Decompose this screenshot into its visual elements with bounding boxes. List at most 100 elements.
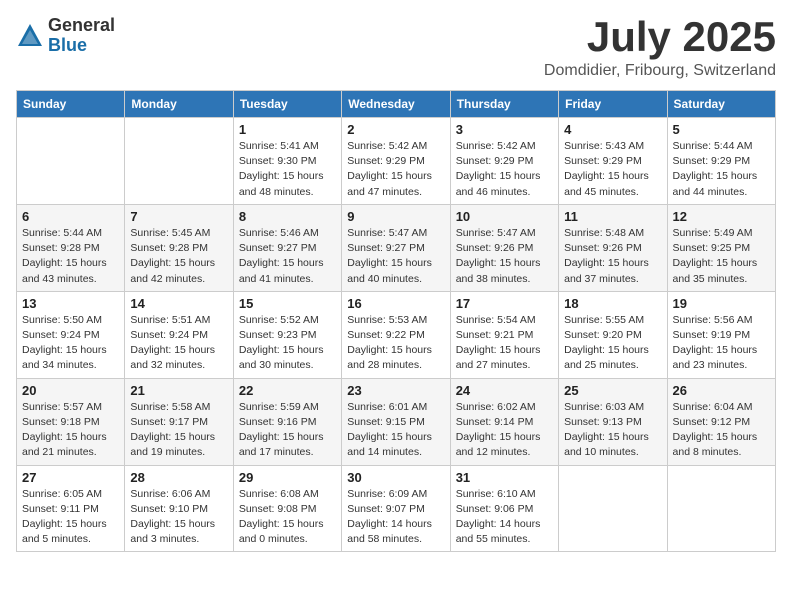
calendar-cell: 10Sunrise: 5:47 AM Sunset: 9:26 PM Dayli… [450,204,558,291]
day-number: 8 [239,209,336,224]
calendar-header: SundayMondayTuesdayWednesdayThursdayFrid… [17,91,776,118]
calendar-cell: 8 Sunrise: 5:46 AM Sunset: 9:27 PM Daylig… [233,204,341,291]
calendar-cell: 27 Sunrise: 6:05 AM Sunset: 9:11 PM Dayli… [17,465,125,552]
title-area: July 2025 Domdidier, Fribourg, Switzerla… [544,16,776,80]
calendar-cell: 28 Sunrise: 6:06 AM Sunset: 9:10 PM Dayli… [125,465,233,552]
day-info: Sunrise: 5:43 AM Sunset: 9:29 PM Dayligh… [564,139,661,200]
calendar-week-4: 20Sunrise: 5:57 AM Sunset: 9:18 PM Dayli… [17,378,776,465]
calendar-cell: 24 Sunrise: 6:02 AM Sunset: 9:14 PM Dayli… [450,378,558,465]
calendar-table: SundayMondayTuesdayWednesdayThursdayFrid… [16,90,776,552]
day-number: 12 [673,209,770,224]
calendar-body: 1 Sunrise: 5:41 AM Sunset: 9:30 PM Daylig… [17,118,776,552]
day-number: 9 [347,209,444,224]
day-number: 2 [347,122,444,137]
day-info: Sunrise: 5:49 AM Sunset: 9:25 PM Dayligh… [673,226,770,287]
calendar-cell [17,118,125,205]
day-number: 16 [347,296,444,311]
day-number: 26 [673,383,770,398]
day-info: Sunrise: 5:53 AM Sunset: 9:22 PM Dayligh… [347,313,444,374]
weekday-header-saturday: Saturday [667,91,775,118]
day-number: 4 [564,122,661,137]
day-info: Sunrise: 5:50 AM Sunset: 9:24 PM Dayligh… [22,313,119,374]
day-number: 24 [456,383,553,398]
calendar-cell [125,118,233,205]
day-number: 11 [564,209,661,224]
day-number: 25 [564,383,661,398]
day-number: 27 [22,470,119,485]
day-number: 22 [239,383,336,398]
logo: General Blue [16,16,115,56]
day-number: 19 [673,296,770,311]
day-number: 29 [239,470,336,485]
day-number: 23 [347,383,444,398]
calendar-cell: 2 Sunrise: 5:42 AM Sunset: 9:29 PM Daylig… [342,118,450,205]
day-info: Sunrise: 6:06 AM Sunset: 9:10 PM Dayligh… [130,487,227,548]
day-info: Sunrise: 6:03 AM Sunset: 9:13 PM Dayligh… [564,400,661,461]
day-info: Sunrise: 5:42 AM Sunset: 9:29 PM Dayligh… [456,139,553,200]
day-info: Sunrise: 6:02 AM Sunset: 9:14 PM Dayligh… [456,400,553,461]
day-number: 3 [456,122,553,137]
calendar-cell: 11 Sunrise: 5:48 AM Sunset: 9:26 PM Dayli… [559,204,667,291]
day-info: Sunrise: 5:56 AM Sunset: 9:19 PM Dayligh… [673,313,770,374]
day-number: 31 [456,470,553,485]
day-number: 1 [239,122,336,137]
calendar-cell: 5 Sunrise: 5:44 AM Sunset: 9:29 PM Daylig… [667,118,775,205]
weekday-header-friday: Friday [559,91,667,118]
calendar-week-5: 27 Sunrise: 6:05 AM Sunset: 9:11 PM Dayli… [17,465,776,552]
day-info: Sunrise: 5:44 AM Sunset: 9:29 PM Dayligh… [673,139,770,200]
day-info: Sunrise: 5:48 AM Sunset: 9:26 PM Dayligh… [564,226,661,287]
day-info: Sunrise: 6:08 AM Sunset: 9:08 PM Dayligh… [239,487,336,548]
day-number: 15 [239,296,336,311]
calendar-cell: 14 Sunrise: 5:51 AM Sunset: 9:24 PM Dayli… [125,291,233,378]
location-subtitle: Domdidier, Fribourg, Switzerland [544,62,776,80]
day-number: 21 [130,383,227,398]
day-info: Sunrise: 5:57 AM Sunset: 9:18 PM Dayligh… [22,400,119,461]
calendar-cell: 23Sunrise: 6:01 AM Sunset: 9:15 PM Dayli… [342,378,450,465]
day-info: Sunrise: 6:09 AM Sunset: 9:07 PM Dayligh… [347,487,444,548]
calendar-cell: 25 Sunrise: 6:03 AM Sunset: 9:13 PM Dayli… [559,378,667,465]
calendar-cell: 12 Sunrise: 5:49 AM Sunset: 9:25 PM Dayli… [667,204,775,291]
day-info: Sunrise: 5:44 AM Sunset: 9:28 PM Dayligh… [22,226,119,287]
calendar-cell: 13Sunrise: 5:50 AM Sunset: 9:24 PM Dayli… [17,291,125,378]
logo-icon [16,22,44,50]
weekday-header-row: SundayMondayTuesdayWednesdayThursdayFrid… [17,91,776,118]
calendar-cell: 16 Sunrise: 5:53 AM Sunset: 9:22 PM Dayli… [342,291,450,378]
calendar-cell: 21 Sunrise: 5:58 AM Sunset: 9:17 PM Dayli… [125,378,233,465]
calendar-cell: 20Sunrise: 5:57 AM Sunset: 9:18 PM Dayli… [17,378,125,465]
weekday-header-thursday: Thursday [450,91,558,118]
day-number: 10 [456,209,553,224]
day-info: Sunrise: 6:10 AM Sunset: 9:06 PM Dayligh… [456,487,553,548]
logo-blue-text: Blue [48,36,115,56]
day-number: 5 [673,122,770,137]
logo-text: General Blue [48,16,115,56]
header: General Blue July 2025 Domdidier, Fribou… [16,16,776,80]
calendar-cell [559,465,667,552]
day-info: Sunrise: 5:58 AM Sunset: 9:17 PM Dayligh… [130,400,227,461]
day-number: 14 [130,296,227,311]
day-info: Sunrise: 5:41 AM Sunset: 9:30 PM Dayligh… [239,139,336,200]
weekday-header-wednesday: Wednesday [342,91,450,118]
day-info: Sunrise: 5:54 AM Sunset: 9:21 PM Dayligh… [456,313,553,374]
day-info: Sunrise: 6:04 AM Sunset: 9:12 PM Dayligh… [673,400,770,461]
day-number: 17 [456,296,553,311]
day-info: Sunrise: 5:55 AM Sunset: 9:20 PM Dayligh… [564,313,661,374]
calendar-cell: 15 Sunrise: 5:52 AM Sunset: 9:23 PM Dayli… [233,291,341,378]
weekday-header-sunday: Sunday [17,91,125,118]
day-info: Sunrise: 5:51 AM Sunset: 9:24 PM Dayligh… [130,313,227,374]
day-number: 7 [130,209,227,224]
day-info: Sunrise: 5:45 AM Sunset: 9:28 PM Dayligh… [130,226,227,287]
day-number: 30 [347,470,444,485]
day-info: Sunrise: 5:47 AM Sunset: 9:27 PM Dayligh… [347,226,444,287]
day-info: Sunrise: 5:46 AM Sunset: 9:27 PM Dayligh… [239,226,336,287]
day-info: Sunrise: 6:05 AM Sunset: 9:11 PM Dayligh… [22,487,119,548]
calendar-cell: 29 Sunrise: 6:08 AM Sunset: 9:08 PM Dayli… [233,465,341,552]
day-info: Sunrise: 5:42 AM Sunset: 9:29 PM Dayligh… [347,139,444,200]
calendar-cell: 4 Sunrise: 5:43 AM Sunset: 9:29 PM Daylig… [559,118,667,205]
day-info: Sunrise: 5:52 AM Sunset: 9:23 PM Dayligh… [239,313,336,374]
day-number: 28 [130,470,227,485]
calendar-cell: 18 Sunrise: 5:55 AM Sunset: 9:20 PM Dayli… [559,291,667,378]
calendar-week-3: 13Sunrise: 5:50 AM Sunset: 9:24 PM Dayli… [17,291,776,378]
calendar-cell: 7 Sunrise: 5:45 AM Sunset: 9:28 PM Daylig… [125,204,233,291]
day-number: 18 [564,296,661,311]
calendar-cell: 30 Sunrise: 6:09 AM Sunset: 9:07 PM Dayli… [342,465,450,552]
